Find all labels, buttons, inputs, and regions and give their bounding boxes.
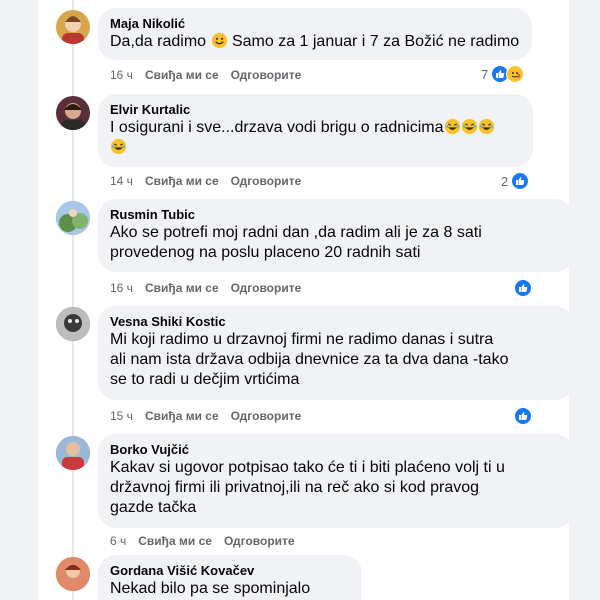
reply-button[interactable]: Одговорите — [231, 173, 302, 189]
timestamp[interactable]: 15 ч — [110, 408, 133, 424]
laughing-emoji-icon — [461, 118, 477, 135]
comment-text: Da,da radimo Samo za 1 januar i 7 za Bož… — [110, 32, 520, 50]
avatar-photo-icon — [56, 436, 90, 470]
reaction-summary[interactable]: 2 — [501, 172, 530, 190]
like-button[interactable]: Свиђа ми се — [145, 173, 219, 189]
reaction-count: 2 — [501, 173, 509, 189]
avatar[interactable] — [56, 10, 90, 44]
comment-text-line: Kakav si ugovor potpisao tako će ti i bi… — [110, 459, 505, 476]
care-reaction-icon — [506, 65, 525, 83]
avatar-photo-icon — [61, 103, 85, 130]
timestamp[interactable]: 16 ч — [110, 67, 133, 83]
comment-bubble: Maja Nikolić Da,da radimo Samo za 1 janu… — [98, 8, 532, 60]
reaction-summary[interactable] — [514, 279, 532, 297]
avatar[interactable] — [56, 96, 90, 130]
laughing-emoji-icon — [110, 138, 127, 155]
like-button[interactable]: Свиђа ми се — [145, 280, 219, 296]
comment-meta: 15 ч Свиђа ми се Одговорите — [110, 408, 301, 424]
reply-button[interactable]: Одговорите — [231, 408, 302, 424]
timestamp[interactable]: 16 ч — [110, 280, 133, 296]
comment-author[interactable]: Borko Vujčić — [110, 441, 561, 458]
avatar-photo-icon — [56, 307, 90, 341]
comment-author[interactable]: Elvir Kurtalic — [110, 101, 521, 118]
comment-bubble: Vesna Shiki Kostic Mi koji radimo u drza… — [98, 306, 569, 400]
like-button[interactable]: Свиђа ми се — [138, 533, 212, 549]
comment-meta: 16 ч Свиђа ми се Одговорите — [110, 280, 301, 296]
comment-text-line: Ako se potrefi moj radni dan ,da radim a… — [110, 224, 482, 241]
comment-author[interactable]: Gordana Višić Kovačev — [110, 562, 350, 579]
comment-author[interactable]: Vesna Shiki Kostic — [110, 313, 561, 330]
comment-meta: 14 ч Свиђа ми се Одговорите — [110, 173, 301, 189]
reaction-summary[interactable] — [514, 407, 532, 425]
comment-text-line: ali nam ista država odbija dnevnice za t… — [110, 351, 509, 368]
avatar-photo-icon — [56, 557, 90, 591]
like-button[interactable]: Свиђа ми се — [145, 67, 219, 83]
like-button[interactable]: Свиђа ми се — [145, 408, 219, 424]
comment-bubble: Rusmin Tubic Ako se potrefi moj radni da… — [98, 199, 569, 272]
comments-panel: Maja Nikolić Da,da radimo Samo za 1 janu… — [38, 0, 569, 600]
comment-text-line: državnoj firmi ili privatnoj,ili na reč … — [110, 479, 480, 496]
comment-text-line: se to radi u dečjim vrtićima — [110, 371, 300, 388]
laughing-emoji-icon — [444, 118, 460, 135]
comment-author[interactable]: Maja Nikolić — [110, 15, 520, 32]
like-reaction-icon — [511, 172, 530, 190]
like-reaction-icon — [514, 407, 532, 425]
comment-text: I osigurani i sve...drzava vodi brigu o … — [110, 118, 521, 158]
smile-emoji-icon — [211, 32, 227, 49]
comment-author[interactable]: Rusmin Tubic — [110, 206, 561, 223]
reaction-summary[interactable]: 7 — [481, 65, 525, 83]
reply-button[interactable]: Одговорите — [231, 67, 302, 83]
thread-line — [72, 0, 74, 600]
avatar-photo-icon — [62, 16, 84, 44]
comment-text-line: Mi koji radimo u drzavnoj firmi ne radim… — [110, 331, 494, 348]
comment-meta: 16 ч Свиђа ми се Одговорите — [110, 67, 301, 83]
avatar-photo-icon — [56, 201, 90, 235]
laughing-emoji-icon — [478, 118, 494, 135]
timestamp[interactable]: 14 ч — [110, 173, 133, 189]
comment-meta: 6 ч Свиђа ми се Одговорите — [110, 533, 295, 549]
comment-text-line: gazde tačka — [110, 499, 197, 516]
comment-text-line: Nekad bilo pa se spominjalo — [110, 580, 311, 597]
like-reaction-icon — [514, 279, 532, 297]
avatar[interactable] — [56, 307, 90, 341]
reply-button[interactable]: Одговорите — [224, 533, 295, 549]
avatar[interactable] — [56, 201, 90, 235]
timestamp[interactable]: 6 ч — [110, 533, 126, 549]
avatar[interactable] — [56, 436, 90, 470]
comment-bubble: Elvir Kurtalic I osigurani i sve...drzav… — [98, 94, 533, 167]
comment-text-line: provedenog na poslu placeno 20 radnih sa… — [110, 244, 421, 261]
reply-button[interactable]: Одговорите — [231, 280, 302, 296]
comment-bubble: Gordana Višić Kovačev Nekad bilo pa se s… — [98, 555, 362, 600]
avatar[interactable] — [56, 557, 90, 591]
comment-bubble: Borko Vujčić Kakav si ugovor potpisao ta… — [98, 434, 569, 528]
reaction-count: 7 — [481, 66, 489, 82]
